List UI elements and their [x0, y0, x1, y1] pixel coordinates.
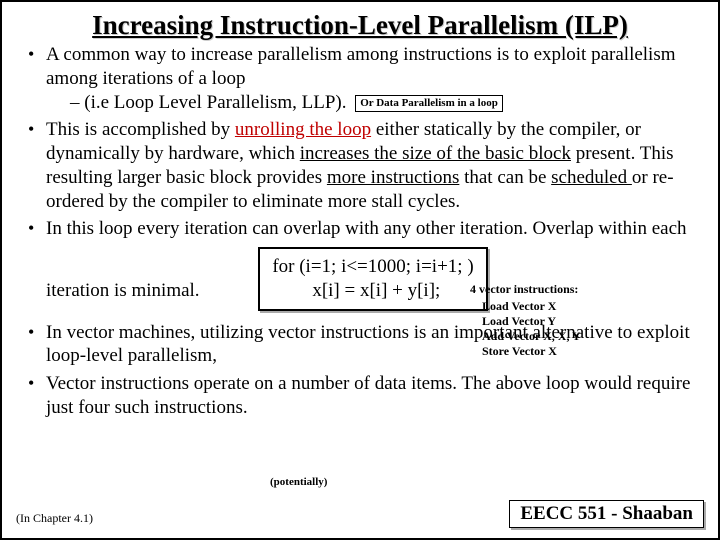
data-parallelism-note: Or Data Parallelism in a loop [355, 95, 503, 113]
bullet-1-sub: – (i.e Loop Level Parallelism, LLP). Or … [70, 91, 503, 115]
scheduled-text: scheduled [551, 167, 632, 188]
bullet-2-d: that can be [459, 167, 551, 188]
vector-header: 4 vector instructions: [470, 282, 581, 297]
potentially-note: (potentially) [270, 476, 327, 488]
bullet-5: Vector instructions operate on a number … [46, 372, 700, 420]
bullet-1: A common way to increase parallelism amo… [46, 43, 700, 114]
bullet-3: In this loop every iteration can overlap… [46, 217, 700, 316]
code-line-1: for (i=1; i<=1000; i=i+1; ) [272, 256, 473, 277]
unrolling-text: unrolling the loop [235, 119, 371, 140]
code-box: for (i=1; i<=1000; i=i+1; ) x[i] = x[i] … [258, 247, 487, 311]
increases-size-text: increases the size of the basic block [300, 143, 571, 164]
bullet-2-a: This is accomplished by [46, 119, 235, 140]
bullet-1-text: A common way to increase parallelism amo… [46, 44, 676, 89]
vector-item-1: Load Vector X [482, 299, 581, 314]
bullet-1-sub-text: – (i.e Loop Level Parallelism, LLP). [70, 92, 346, 113]
bullet-5-text: Vector instructions operate on a number … [46, 373, 690, 418]
slide-title: Increasing Instruction-Level Parallelism… [20, 10, 700, 41]
vector-item-4: Store Vector X [482, 344, 581, 359]
bullet-4-text: In vector machines, utilizing vector ins… [46, 322, 690, 367]
code-line-2: x[i] = x[i] + y[i]; [312, 279, 473, 303]
vector-item-3: Add Vector X, X, Y [482, 329, 581, 344]
vector-instructions-block: 4 vector instructions: Load Vector X Loa… [470, 282, 581, 359]
bullet-list: A common way to increase parallelism amo… [20, 43, 700, 420]
slide: Increasing Instruction-Level Parallelism… [0, 0, 720, 540]
vector-item-2: Load Vector Y [482, 314, 581, 329]
bullet-4: In vector machines, utilizing vector ins… [46, 321, 700, 369]
more-instr-text: more instructions [327, 167, 459, 188]
bullet-2: This is accomplished by unrolling the lo… [46, 118, 700, 213]
footer-course: EECC 551 - Shaaban [509, 500, 704, 528]
footer-chapter: (In Chapter 4.1) [16, 511, 93, 526]
